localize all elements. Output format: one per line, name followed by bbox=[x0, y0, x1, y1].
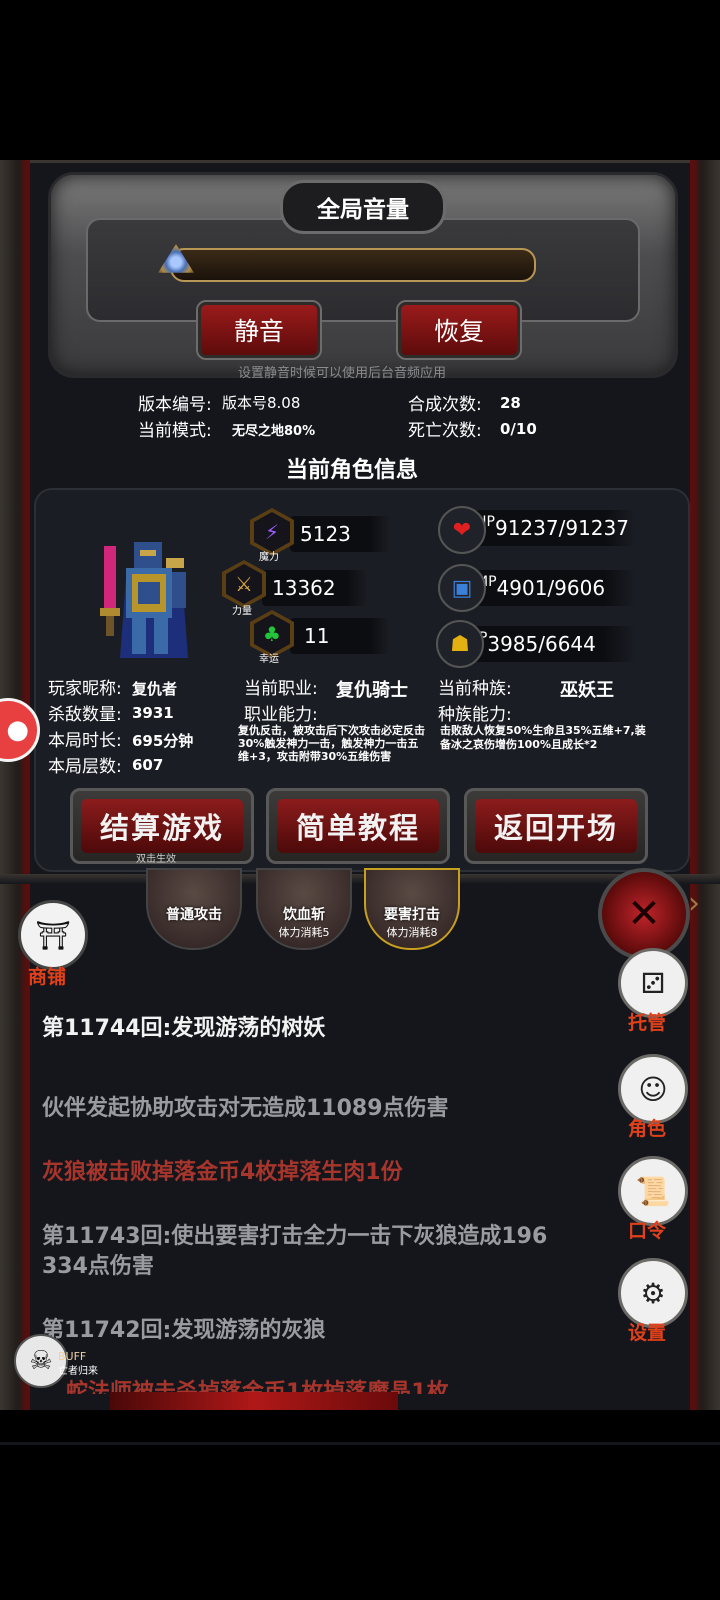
log-line: 334点伤害 bbox=[42, 1254, 154, 1279]
skill-blood-slash-label: 饮血斩 bbox=[283, 907, 325, 923]
floor-value: 607 bbox=[132, 756, 164, 774]
knight-sprite bbox=[100, 542, 188, 658]
luck-label: 幸运 bbox=[259, 654, 279, 665]
volume-slider[interactable] bbox=[170, 248, 536, 282]
power-value: 13362 bbox=[262, 570, 368, 606]
job-label: 当前职业: bbox=[244, 679, 318, 699]
character-section-title: 当前角色信息 bbox=[286, 458, 419, 483]
shop-label: 商铺 bbox=[28, 966, 67, 988]
log-line: 蛇法师被击杀掉落金币1枚掉落魔晶1枚 bbox=[66, 1380, 449, 1394]
hp-value: 91237/91237 bbox=[494, 516, 629, 540]
kills-label: 杀敌数量: bbox=[48, 705, 122, 725]
floor-label: 本局层数: bbox=[48, 757, 122, 777]
tutorial-label: 简单教程 bbox=[277, 799, 439, 853]
bottom-bar bbox=[0, 1410, 720, 1442]
job-ability-label: 职业能力: bbox=[244, 705, 318, 725]
mana-icon: ▣ bbox=[438, 564, 486, 612]
right-frame bbox=[690, 160, 720, 1442]
nickname-label: 玩家昵称: bbox=[48, 679, 122, 699]
progress-bar bbox=[110, 1392, 398, 1410]
buff-sub: 亡者归来 bbox=[58, 1366, 98, 1377]
volume-title: 全局音量 bbox=[280, 180, 446, 234]
heart-icon: ❤ bbox=[438, 506, 486, 554]
hp-bar: HP 91237/91237 bbox=[476, 510, 636, 546]
settle-game-label: 结算游戏 bbox=[81, 799, 243, 853]
back-to-start-label: 返回开场 bbox=[475, 799, 637, 853]
craft-label: 合成次数: bbox=[408, 395, 482, 415]
skill-normal-attack-label: 普通攻击 bbox=[166, 907, 222, 923]
luck-value: 11 bbox=[290, 618, 390, 654]
duration-label: 本局时长: bbox=[48, 731, 122, 751]
version-value: 版本号8.08 bbox=[222, 394, 301, 412]
code-label: 口令 bbox=[628, 1220, 667, 1242]
job-ability-text: 复仇反击，被攻击后下次攻击必定反击30%触发神力一击，触发神力一击五维+3，攻击… bbox=[238, 724, 425, 763]
mode-label: 当前模式: bbox=[138, 421, 212, 441]
close-icon[interactable]: ✕ bbox=[598, 868, 690, 960]
magic-value: 5123 bbox=[290, 516, 390, 552]
race-ability-label: 种族能力: bbox=[438, 705, 512, 725]
race-ability-text: 击败敌人恢复50%生命且35%五维+7,装备冰之哀伤增伤100%且成长*2 bbox=[440, 724, 646, 751]
log-line: 第11742回:发现游荡的灰狼 bbox=[42, 1318, 326, 1343]
log-line: 第11743回:使出要害打击全力一击下灰狼造成196 bbox=[42, 1224, 548, 1249]
sp-bar: SP3985/6644 bbox=[470, 626, 636, 662]
mode-value: 无尽之地80% bbox=[232, 424, 316, 439]
log-line: 伙伴发起协助攻击对无造成11089点伤害 bbox=[42, 1096, 449, 1121]
death-value: 0/10 bbox=[500, 420, 537, 438]
volume-hint: 设置静音时候可以使用后台音频应用 bbox=[238, 366, 447, 381]
role-label: 角色 bbox=[628, 1118, 667, 1140]
log-line: 灰狼被击败掉落金币4枚掉落生肉1份 bbox=[42, 1160, 403, 1185]
death-label: 死亡次数: bbox=[408, 421, 482, 441]
skill-critical-strike[interactable]: 要害打击 体力消耗8 bbox=[364, 868, 460, 950]
race-label: 当前种族: bbox=[438, 679, 512, 699]
skill-blood-slash[interactable]: 饮血斩 体力消耗5 bbox=[256, 868, 352, 950]
back-to-start-button[interactable]: 返回开场 bbox=[464, 788, 648, 864]
craft-value: 28 bbox=[500, 394, 521, 412]
stamina-icon: ☗ bbox=[436, 620, 484, 668]
nickname-value: 复仇者 bbox=[132, 680, 178, 698]
settings-label: 设置 bbox=[628, 1322, 667, 1344]
left-frame bbox=[0, 160, 30, 1442]
version-label: 版本编号: bbox=[138, 395, 212, 415]
job-value: 复仇骑士 bbox=[336, 680, 408, 701]
magic-label: 魔力 bbox=[259, 552, 279, 563]
duration-value: 695分钟 bbox=[132, 732, 194, 750]
settle-game-hint: 双击生效 bbox=[136, 854, 176, 865]
tutorial-button[interactable]: 简单教程 bbox=[266, 788, 450, 864]
mp-bar: MP 4901/9606 bbox=[476, 570, 636, 606]
skill-blood-slash-cost: 体力消耗5 bbox=[278, 926, 330, 939]
sp-value: 3985/6644 bbox=[487, 632, 596, 656]
shop-icon[interactable]: ⛩ bbox=[18, 900, 88, 970]
skill-critical-strike-cost: 体力消耗8 bbox=[386, 926, 438, 939]
mp-value: 4901/9606 bbox=[496, 576, 606, 600]
chevron-right-icon[interactable]: › bbox=[688, 886, 700, 921]
skill-critical-strike-label: 要害打击 bbox=[384, 907, 440, 923]
restore-button[interactable]: 恢复 bbox=[396, 300, 522, 360]
kills-value: 3931 bbox=[132, 704, 174, 722]
log-line: 第11744回:发现游荡的树妖 bbox=[42, 1016, 326, 1041]
auto-label: 托管 bbox=[628, 1012, 667, 1034]
power-label: 力量 bbox=[232, 606, 252, 617]
mute-button[interactable]: 静音 bbox=[196, 300, 322, 360]
race-value: 巫妖王 bbox=[560, 680, 614, 701]
